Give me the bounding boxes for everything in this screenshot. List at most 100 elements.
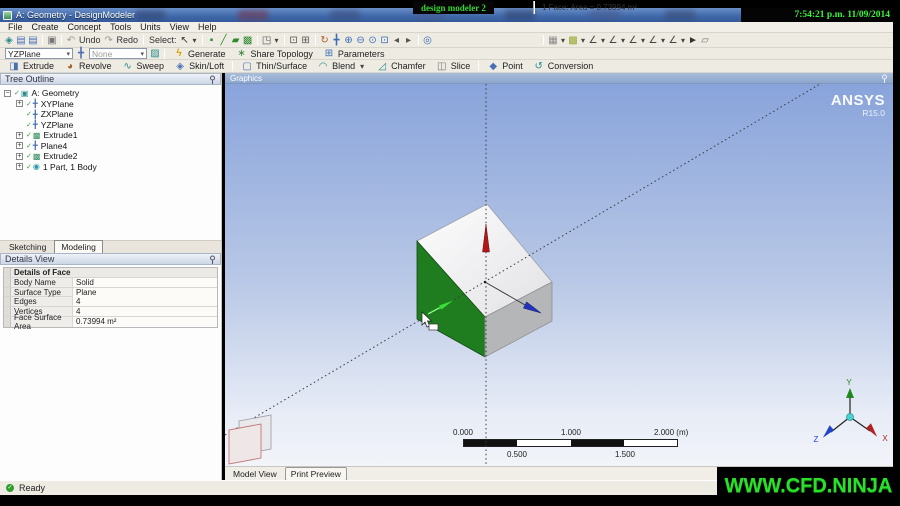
tree-item-a-geometry[interactable]: − ✓ ▣ A: Geometry xyxy=(4,88,221,99)
cross-section-icon[interactable]: ∠ xyxy=(667,35,679,46)
filter-vertex-icon[interactable]: ▪ xyxy=(206,35,218,46)
tree-item-1-part-1-body[interactable]: + ✓ ◉ 1 Part, 1 Body xyxy=(4,162,221,173)
axis-arrow-red[interactable] xyxy=(482,223,490,253)
save-icon[interactable]: ▤ xyxy=(15,35,27,46)
menu-view[interactable]: View xyxy=(166,22,193,32)
tree-expander-icon[interactable]: + xyxy=(16,163,23,171)
edge-color-dropdown-icon[interactable]: ▾ xyxy=(639,35,647,46)
chevron-down-icon[interactable]: ▾ xyxy=(358,61,366,72)
triad-y-arrow[interactable] xyxy=(846,388,854,398)
face-color-icon[interactable]: ▩ xyxy=(567,35,579,46)
edge-color-icon[interactable]: ∠ xyxy=(627,35,639,46)
isometric-view-icon[interactable]: ⊡ xyxy=(288,35,300,46)
undo-label[interactable]: Undo xyxy=(79,35,101,45)
zoom-in-icon[interactable]: ⊕ xyxy=(343,35,355,46)
tree-item-yzplane[interactable]: ✓ ╋ YZPlane xyxy=(4,120,221,131)
triad-toggle-icon[interactable]: ▱ xyxy=(699,35,711,46)
look-at-icon[interactable]: ◎ xyxy=(422,35,434,46)
zoom-out-icon[interactable]: ⊖ xyxy=(355,35,367,46)
model-face-selected-green[interactable] xyxy=(416,239,486,358)
redo-label[interactable]: Redo xyxy=(117,35,139,45)
filter-body-icon[interactable]: ▩ xyxy=(242,35,254,46)
tree-item-xyplane[interactable]: + ✓ ╋ XYPlane xyxy=(4,99,221,110)
edge-direction-icon[interactable]: ∠ xyxy=(607,35,619,46)
new-sketch-button-icon[interactable]: ▨ xyxy=(149,48,161,59)
display-style-icon[interactable]: ▦ xyxy=(547,35,559,46)
sweep-button[interactable]: ∿ Sweep xyxy=(122,61,164,72)
face-color-dropdown-icon[interactable]: ▾ xyxy=(579,35,587,46)
extend-selection-icon[interactable]: ◳ xyxy=(261,35,273,46)
slice-button[interactable]: ◫ Slice xyxy=(436,61,470,72)
orientation-triad[interactable]: Y X Z xyxy=(814,378,889,444)
tree-expander-icon[interactable]: − xyxy=(4,89,11,97)
axis-arrow-blue[interactable] xyxy=(523,301,542,314)
active-sketch-selector[interactable]: None ▾ xyxy=(89,48,147,59)
cross-section-dropdown-icon[interactable]: ▾ xyxy=(679,35,687,46)
pin-icon[interactable] xyxy=(881,74,888,83)
zoom-fit-icon[interactable]: ⊙ xyxy=(367,35,379,46)
3d-viewport[interactable]: ANSYS R15.0 0.000 1.000 2.000 (m) 0.500 … xyxy=(225,84,893,466)
tree-item-extrude2[interactable]: + ✓ ▩ Extrude2 xyxy=(4,151,221,162)
restore-view-icon[interactable]: ⊞ xyxy=(300,35,312,46)
tab-sketching[interactable]: Sketching xyxy=(3,241,52,253)
plane-icon[interactable]: ╋ xyxy=(75,48,87,59)
menu-help[interactable]: Help xyxy=(194,22,221,32)
menu-file[interactable]: File xyxy=(4,22,27,32)
thin-surface-button[interactable]: ▢ Thin/Surface xyxy=(241,61,307,72)
tree-expander-icon[interactable]: + xyxy=(16,152,23,160)
tab-print-preview[interactable]: Print Preview xyxy=(284,466,347,481)
edge-direction-dropdown-icon[interactable]: ▾ xyxy=(619,35,627,46)
image-capture-icon[interactable]: ▣ xyxy=(46,35,58,46)
box-zoom-icon[interactable]: ⊡ xyxy=(379,35,391,46)
extend-selection-dropdown-icon[interactable]: ▾ xyxy=(273,35,281,46)
save-as-icon[interactable]: ▤ xyxy=(27,35,39,46)
menu-concept[interactable]: Concept xyxy=(64,22,106,32)
select-mode-dropdown-icon[interactable]: ▾ xyxy=(191,35,199,46)
extrude-button[interactable]: ◨ Extrude xyxy=(8,61,54,72)
select-mode-icon[interactable]: ↖ xyxy=(179,35,191,46)
redo-icon[interactable]: ↷ xyxy=(103,35,115,46)
parameters-button[interactable]: ⊞ Parameters xyxy=(323,48,385,59)
undo-icon[interactable]: ↶ xyxy=(65,35,77,46)
tab-model-view[interactable]: Model View xyxy=(228,468,282,480)
share-topology-button[interactable]: ∗ Share Topology xyxy=(236,48,313,59)
ruler-toggle-icon[interactable]: ► xyxy=(687,35,699,46)
tree-item-extrude1[interactable]: + ✓ ▩ Extrude1 xyxy=(4,130,221,141)
edge-style-dropdown-icon[interactable]: ▾ xyxy=(599,35,607,46)
active-plane-selector[interactable]: YZPlane ▾ xyxy=(5,48,73,59)
edge-style-icon[interactable]: ∠ xyxy=(587,35,599,46)
pin-icon[interactable] xyxy=(209,75,216,84)
previous-view-icon[interactable]: ◂ xyxy=(391,35,403,46)
tree-item-zxplane[interactable]: ✓ ╋ ZXPlane xyxy=(4,109,221,120)
filter-edge-icon[interactable]: ╱ xyxy=(218,35,230,46)
tab-modeling[interactable]: Modeling xyxy=(54,240,103,253)
display-style-dropdown-icon[interactable]: ▾ xyxy=(559,35,567,46)
revolve-button[interactable]: ◕ Revolve xyxy=(64,61,112,72)
skin-loft-button[interactable]: ◈ Skin/Loft xyxy=(174,61,224,72)
blend-button[interactable]: ◠ Blend ▾ xyxy=(317,61,366,72)
tree-expander-icon[interactable]: + xyxy=(16,131,23,139)
pin-icon[interactable] xyxy=(209,255,216,264)
model-face-top[interactable] xyxy=(416,203,553,318)
axis-arrow-green[interactable] xyxy=(438,299,455,311)
chamfer-button[interactable]: ◿ Chamfer xyxy=(376,61,425,72)
point-button[interactable]: ◆ Point xyxy=(487,61,522,72)
menu-create[interactable]: Create xyxy=(28,22,63,32)
vertex-display-icon[interactable]: ∠ xyxy=(647,35,659,46)
vertex-display-dropdown-icon[interactable]: ▾ xyxy=(659,35,667,46)
tree-expander-icon[interactable]: + xyxy=(16,142,23,150)
triad-x-arrow[interactable] xyxy=(865,423,879,437)
menu-units[interactable]: Units xyxy=(136,22,165,32)
generate-button[interactable]: ϟ Generate xyxy=(173,48,225,59)
triad-z-arrow[interactable] xyxy=(821,425,834,438)
tree-expander-icon[interactable]: + xyxy=(16,100,23,108)
new-sketch-icon[interactable]: ◈ xyxy=(3,35,15,46)
filter-face-icon[interactable]: ▰ xyxy=(230,35,242,46)
pan-icon[interactable]: ╋ xyxy=(331,35,343,46)
rotate-icon[interactable]: ↻ xyxy=(319,35,331,46)
tree-item-plane4[interactable]: + ✓ ╋ Plane4 xyxy=(4,141,221,152)
menu-tools[interactable]: Tools xyxy=(106,22,135,32)
conversion-button[interactable]: ↺ Conversion xyxy=(533,61,594,72)
next-view-icon[interactable]: ▸ xyxy=(403,35,415,46)
model-face-right[interactable] xyxy=(484,281,553,358)
